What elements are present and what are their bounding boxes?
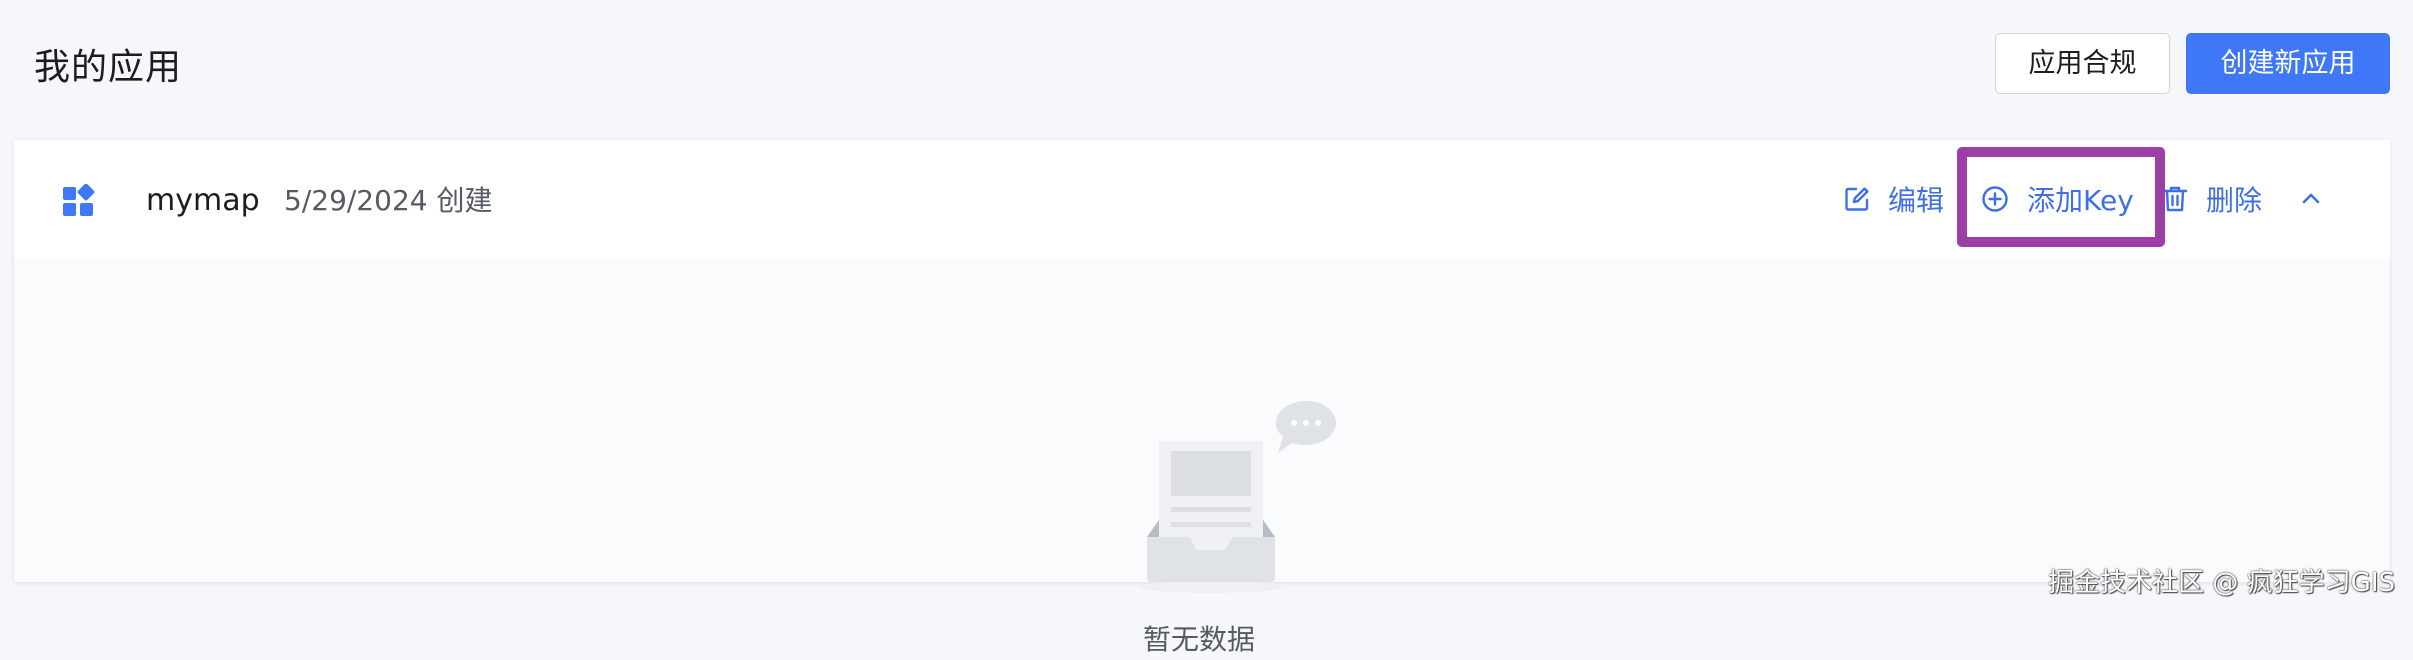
trash-icon [2162, 186, 2188, 212]
apps-grid-icon [63, 184, 95, 216]
empty-inbox-illustration [1138, 401, 1336, 593]
key-list-empty: 暂无数据 [14, 258, 2390, 656]
empty-state-text: 暂无数据 [14, 620, 2390, 660]
app-card-header: mymap 5/29/2024 创建 编辑 添加Key 删除 [14, 140, 2390, 258]
collapse-button[interactable] [2298, 176, 2324, 222]
create-app-button[interactable]: 创建新应用 [2186, 33, 2390, 94]
watermark: 掘金技术社区 @ 疯狂学习GIS [2048, 568, 2395, 598]
empty-state-label: 暂无数据 [1142, 623, 1255, 656]
add-key-label: 添加Key [2027, 184, 2134, 217]
app-compliance-button[interactable]: 应用合规 [1995, 33, 2170, 94]
add-key-button[interactable]: 添加Key [1981, 176, 2134, 222]
page-title: 我的应用 [34, 47, 183, 88]
app-name: mymap [146, 183, 260, 218]
delete-label: 删除 [2206, 184, 2263, 217]
app-card: mymap 5/29/2024 创建 编辑 添加Key 删除 暂无数据 [14, 140, 2390, 656]
chevron-up-icon [2302, 193, 2320, 204]
plus-circle-icon [1982, 186, 2008, 212]
edit-icon [1845, 187, 1869, 211]
edit-button[interactable]: 编辑 [1844, 176, 1944, 222]
delete-button[interactable]: 删除 [2162, 176, 2262, 222]
edit-label: 编辑 [1888, 184, 1945, 217]
app-created-date: 5/29/2024 创建 [284, 184, 493, 217]
